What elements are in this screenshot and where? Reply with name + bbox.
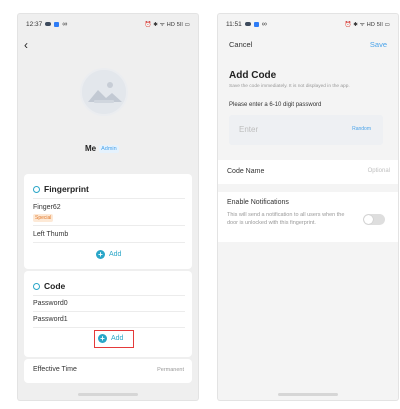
toggle-knob — [364, 215, 373, 224]
password-input[interactable]: Enter Random — [229, 115, 383, 145]
avatar — [80, 68, 128, 116]
plus-icon: + — [96, 250, 105, 259]
code-title-text: Code — [44, 281, 66, 291]
code-title: Code — [33, 281, 65, 291]
save-button[interactable]: Save — [370, 40, 387, 49]
password-placeholder: Enter — [239, 125, 259, 134]
status-time: 12:37 — [26, 20, 43, 28]
add-fingerprint-button[interactable]: + Add — [96, 250, 121, 259]
code-name-optional: Optional — [367, 168, 390, 174]
status-indicators: ⏰ ✱ ᯤ HD 5ll ▭ — [344, 22, 390, 28]
divider — [33, 198, 185, 199]
infinity-icon: ∞ — [261, 20, 267, 28]
infinity-icon: ∞ — [62, 20, 68, 28]
user-detail-screen: 12:37 ∞ ⏰ ✱ ᯤ HD 5ll ▭ ‹ Me Admin Finger… — [18, 14, 198, 400]
divider — [33, 295, 185, 296]
status-bar: 11:51 ∞ ⏰ ✱ ᯤ HD 5ll ▭ — [218, 14, 398, 34]
status-indicators: ⏰ ✱ ᯤ HD 5ll ▭ — [144, 22, 190, 28]
code-item[interactable]: Password1 — [33, 316, 68, 323]
divider — [33, 311, 185, 312]
cancel-button[interactable]: Cancel — [229, 40, 252, 49]
notifications-description: This will send a notification to all use… — [227, 212, 345, 226]
user-name-text: Me — [85, 144, 97, 153]
effective-time-row[interactable]: Effective Time Permanent — [24, 359, 192, 383]
home-indicator — [78, 393, 138, 396]
fingerprint-title: Fingerprint — [33, 184, 89, 194]
add-code-label: Add — [111, 335, 124, 342]
notifications-label: Enable Notifications — [227, 199, 289, 206]
fingerprint-card: Fingerprint Finger62 Special Left Thumb … — [24, 174, 192, 269]
add-fingerprint-label: Add — [109, 251, 122, 258]
fingerprint-title-text: Fingerprint — [44, 184, 89, 194]
code-name-label: Code Name — [227, 168, 265, 175]
admin-badge: Admin — [99, 144, 119, 153]
page-title: Add Code — [229, 70, 277, 81]
divider — [33, 242, 185, 243]
random-button[interactable]: Random — [352, 126, 371, 132]
code-icon — [33, 282, 40, 290]
fingerprint-icon — [33, 185, 40, 193]
top-bar: Cancel Save — [218, 40, 398, 54]
notifications-toggle[interactable] — [363, 214, 385, 225]
code-item[interactable]: Password0 — [33, 300, 68, 307]
cloud-icon — [244, 22, 251, 26]
fingerprint-item[interactable]: Left Thumb — [33, 231, 68, 238]
special-tag: Special — [33, 214, 54, 222]
add-code-screen: 11:51 ∞ ⏰ ✱ ᯤ HD 5ll ▭ Cancel Save Add C… — [218, 14, 398, 400]
divider — [33, 225, 185, 226]
password-label: Please enter a 6-10 digit password — [229, 102, 322, 108]
cloud-icon — [45, 22, 52, 26]
effective-time-value: Permanent — [157, 367, 184, 373]
effective-time-label: Effective Time — [33, 366, 77, 373]
status-time: 11:51 — [226, 20, 242, 28]
fingerprint-item[interactable]: Finger62 — [33, 204, 61, 211]
back-arrow-icon[interactable]: ‹ — [24, 38, 38, 52]
home-indicator — [278, 393, 338, 396]
plus-icon: + — [98, 334, 107, 343]
code-card: Code Password0 Password1 + Add — [24, 271, 192, 357]
add-code-button[interactable]: + Add — [98, 334, 123, 343]
divider — [33, 327, 185, 328]
app-icon — [253, 21, 259, 27]
page-subtitle: Save the code immediately. It is not dis… — [229, 84, 350, 89]
app-icon — [54, 21, 60, 27]
status-bar: 12:37 ∞ ⏰ ✱ ᯤ HD 5ll ▭ — [18, 14, 198, 34]
user-name: Me Admin — [85, 144, 119, 153]
